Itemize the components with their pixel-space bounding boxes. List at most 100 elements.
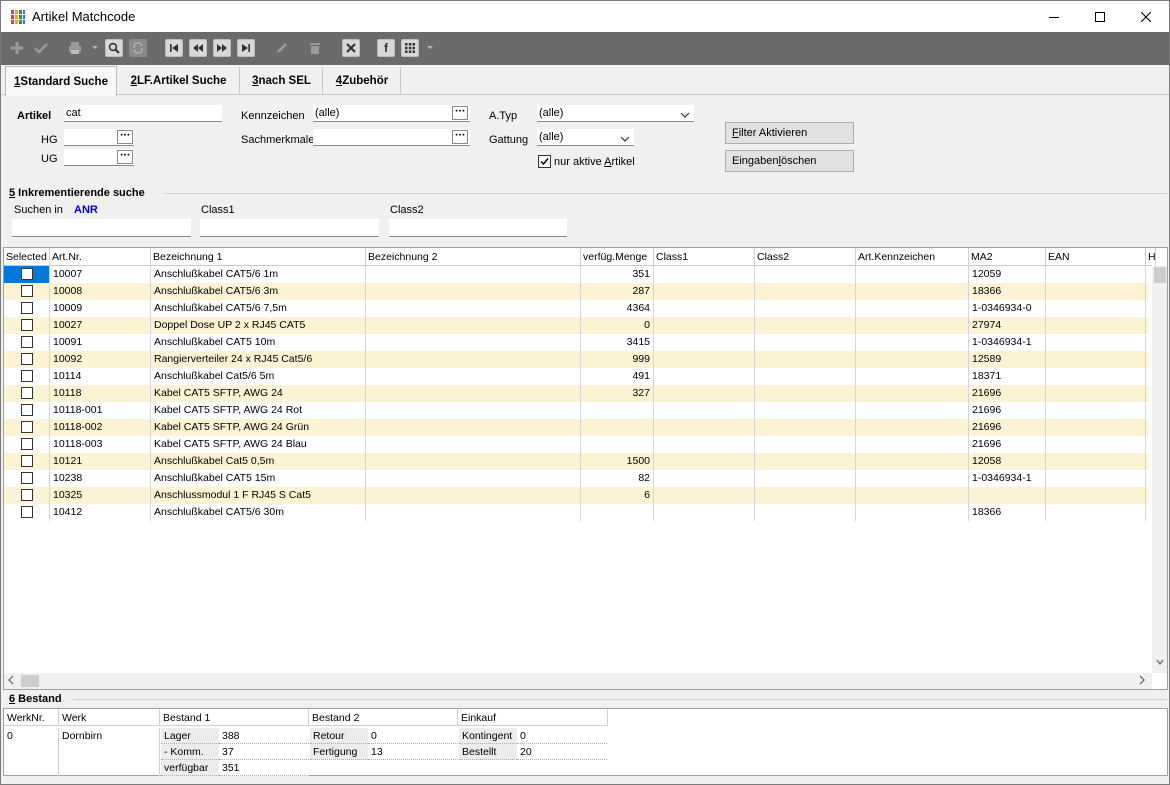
header-col-selected[interactable]: Selected [4, 248, 50, 266]
print-button[interactable] [66, 39, 84, 57]
select-cell[interactable] [4, 385, 50, 402]
eingaben-loeschen-button[interactable]: Eingaben l öschen [725, 150, 854, 172]
table-row[interactable]: 10238 Anschlußkabel CAT5 15m 82 1-0346934-1 [4, 470, 1148, 487]
chevron-left-icon[interactable] [7, 675, 15, 685]
refresh-button[interactable] [129, 39, 147, 57]
select-cell[interactable] [4, 266, 50, 283]
delete-button[interactable] [306, 39, 324, 57]
select-cell[interactable] [4, 470, 50, 487]
chevron-down-icon[interactable] [1156, 658, 1164, 666]
table-row[interactable]: 10092 Rangierverteiler 24 x RJ45 Cat5/6 99… [4, 351, 1148, 368]
row-select-checkbox[interactable] [21, 353, 33, 365]
select-cell[interactable] [4, 300, 50, 317]
row-select-checkbox[interactable] [21, 302, 33, 314]
select-cell[interactable] [4, 334, 50, 351]
select-cell[interactable] [4, 453, 50, 470]
filter-aktivieren-button[interactable]: Filter Aktivieren [725, 122, 854, 144]
search-button[interactable] [105, 39, 123, 57]
suchen-in-value[interactable]: ANR [74, 204, 98, 216]
row-select-checkbox[interactable] [21, 285, 33, 297]
table-row[interactable]: 10121 Anschlußkabel Cat5 0,5m 1500 12058 [4, 453, 1148, 470]
table-row[interactable]: 10118-003 Kabel CAT5 SFTP, AWG 24 Blau 216… [4, 436, 1148, 453]
header-col-bez1[interactable]: Bezeichnung 1 [151, 248, 366, 266]
edit-button[interactable] [273, 39, 291, 57]
table-row[interactable]: 10009 Anschlußkabel CAT5/6 7,5m 4364 1-0346… [4, 300, 1148, 317]
facebook-button[interactable]: f [377, 39, 395, 57]
confirm-button[interactable] [32, 39, 50, 57]
atyp-select[interactable]: (alle) [537, 105, 694, 122]
table-row[interactable]: 10412 Anschlußkabel CAT5/6 30m 18366 [4, 504, 1148, 521]
cancel-button[interactable] [342, 39, 360, 57]
inkrement-search-input[interactable] [12, 219, 191, 237]
select-cell[interactable] [4, 419, 50, 436]
class2-input[interactable] [389, 219, 567, 237]
row-select-checkbox[interactable] [21, 319, 33, 331]
row-select-checkbox[interactable] [21, 404, 33, 416]
horizontal-scroll-thumb[interactable] [21, 675, 39, 687]
row-select-checkbox[interactable] [21, 506, 33, 518]
row-select-checkbox[interactable] [21, 421, 33, 433]
nur-aktive-label[interactable]: nur aktive Artikel [554, 156, 635, 168]
table-row[interactable]: 10091 Anschlußkabel CAT5 10m 3415 1-0346934… [4, 334, 1148, 351]
horizontal-scrollbar[interactable] [4, 673, 1152, 689]
close-button[interactable] [1123, 1, 1169, 32]
grid-menu-dropdown-arrow[interactable] [427, 46, 433, 49]
chevron-down-icon[interactable] [620, 134, 630, 144]
row-select-checkbox[interactable] [21, 489, 33, 501]
hg-lookup-button[interactable]: ··· [117, 130, 133, 144]
previous-record-button[interactable] [189, 39, 207, 57]
select-cell[interactable] [4, 283, 50, 300]
add-button[interactable] [8, 39, 26, 57]
table-row[interactable]: 10008 Anschlußkabel CAT5/6 3m 287 18366 [4, 283, 1148, 300]
header-col-ean[interactable]: EAN [1046, 248, 1146, 266]
table-row[interactable]: 10118 Kabel CAT5 SFTP, AWG 24 327 21696 [4, 385, 1148, 402]
artikel-input[interactable]: cat [64, 105, 222, 122]
row-select-checkbox[interactable] [21, 268, 33, 280]
ug-lookup-button[interactable]: ··· [117, 150, 133, 164]
kennzeichen-lookup-button[interactable]: ··· [452, 106, 468, 120]
header-col-artnr[interactable]: Art.Nr. [50, 248, 151, 266]
table-row[interactable]: 10118-002 Kabel CAT5 SFTP, AWG 24 Grün 216… [4, 419, 1148, 436]
next-record-button[interactable] [213, 39, 231, 57]
nur-aktive-checkbox[interactable] [538, 155, 551, 168]
header-col-menge[interactable]: verfüg.Menge [581, 248, 654, 266]
kennzeichen-input[interactable]: (alle) [313, 105, 470, 122]
tab-standard-suche[interactable]: 1 Standard Suche [5, 66, 117, 96]
tab-nach-sel[interactable]: 3 nach SEL [241, 67, 323, 95]
select-cell[interactable] [4, 317, 50, 334]
sachmerkmale-lookup-button[interactable]: ··· [452, 130, 468, 144]
last-record-button[interactable] [237, 39, 255, 57]
table-row[interactable]: 10027 Doppel Dose UP 2 x RJ45 CAT5 0 27974 [4, 317, 1148, 334]
grid-menu-button[interactable] [401, 39, 419, 57]
chevron-right-icon[interactable] [1138, 675, 1146, 685]
header-col-class1[interactable]: Class1 [654, 248, 755, 266]
header-col-bez2[interactable]: Bezeichnung 2 [366, 248, 581, 266]
select-cell[interactable] [4, 351, 50, 368]
chevron-down-icon[interactable] [680, 110, 690, 120]
row-select-checkbox[interactable] [21, 336, 33, 348]
row-select-checkbox[interactable] [21, 438, 33, 450]
select-cell[interactable] [4, 368, 50, 385]
minimize-button[interactable] [1031, 1, 1077, 32]
header-col-h[interactable]: H [1146, 248, 1156, 266]
tab-zubehoer[interactable]: 4 Zubehör [324, 67, 401, 95]
table-row[interactable]: 10118-001 Kabel CAT5 SFTP, AWG 24 Rot 2169… [4, 402, 1148, 419]
table-row[interactable]: 10007 Anschlußkabel CAT5/6 1m 351 12059 [4, 266, 1148, 283]
article-grid[interactable]: Selected Art.Nr. Bezeichnung 1 Bezeichnung … [3, 247, 1168, 690]
table-row[interactable]: 10325 Anschlussmodul 1 F RJ45 S Cat5 6 [4, 487, 1148, 504]
first-record-button[interactable] [165, 39, 183, 57]
table-row[interactable]: 10114 Anschlußkabel Cat5/6 5m 491 18371 [4, 368, 1148, 385]
select-cell[interactable] [4, 487, 50, 504]
header-col-ma2[interactable]: MA2 [969, 248, 1046, 266]
row-select-checkbox[interactable] [21, 370, 33, 382]
row-select-checkbox[interactable] [21, 387, 33, 399]
vertical-scrollbar[interactable] [1152, 266, 1167, 673]
vertical-scroll-thumb[interactable] [1154, 267, 1166, 283]
sachmerkmale-input[interactable] [313, 129, 470, 146]
header-col-kennz[interactable]: Art.Kennzeichen [856, 248, 969, 266]
select-cell[interactable] [4, 436, 50, 453]
tab-lf-artikel-suche[interactable]: 2 LF.Artikel Suche [118, 67, 240, 95]
header-col-class2[interactable]: Class2 [755, 248, 856, 266]
maximize-button[interactable] [1077, 1, 1123, 32]
select-cell[interactable] [4, 504, 50, 521]
